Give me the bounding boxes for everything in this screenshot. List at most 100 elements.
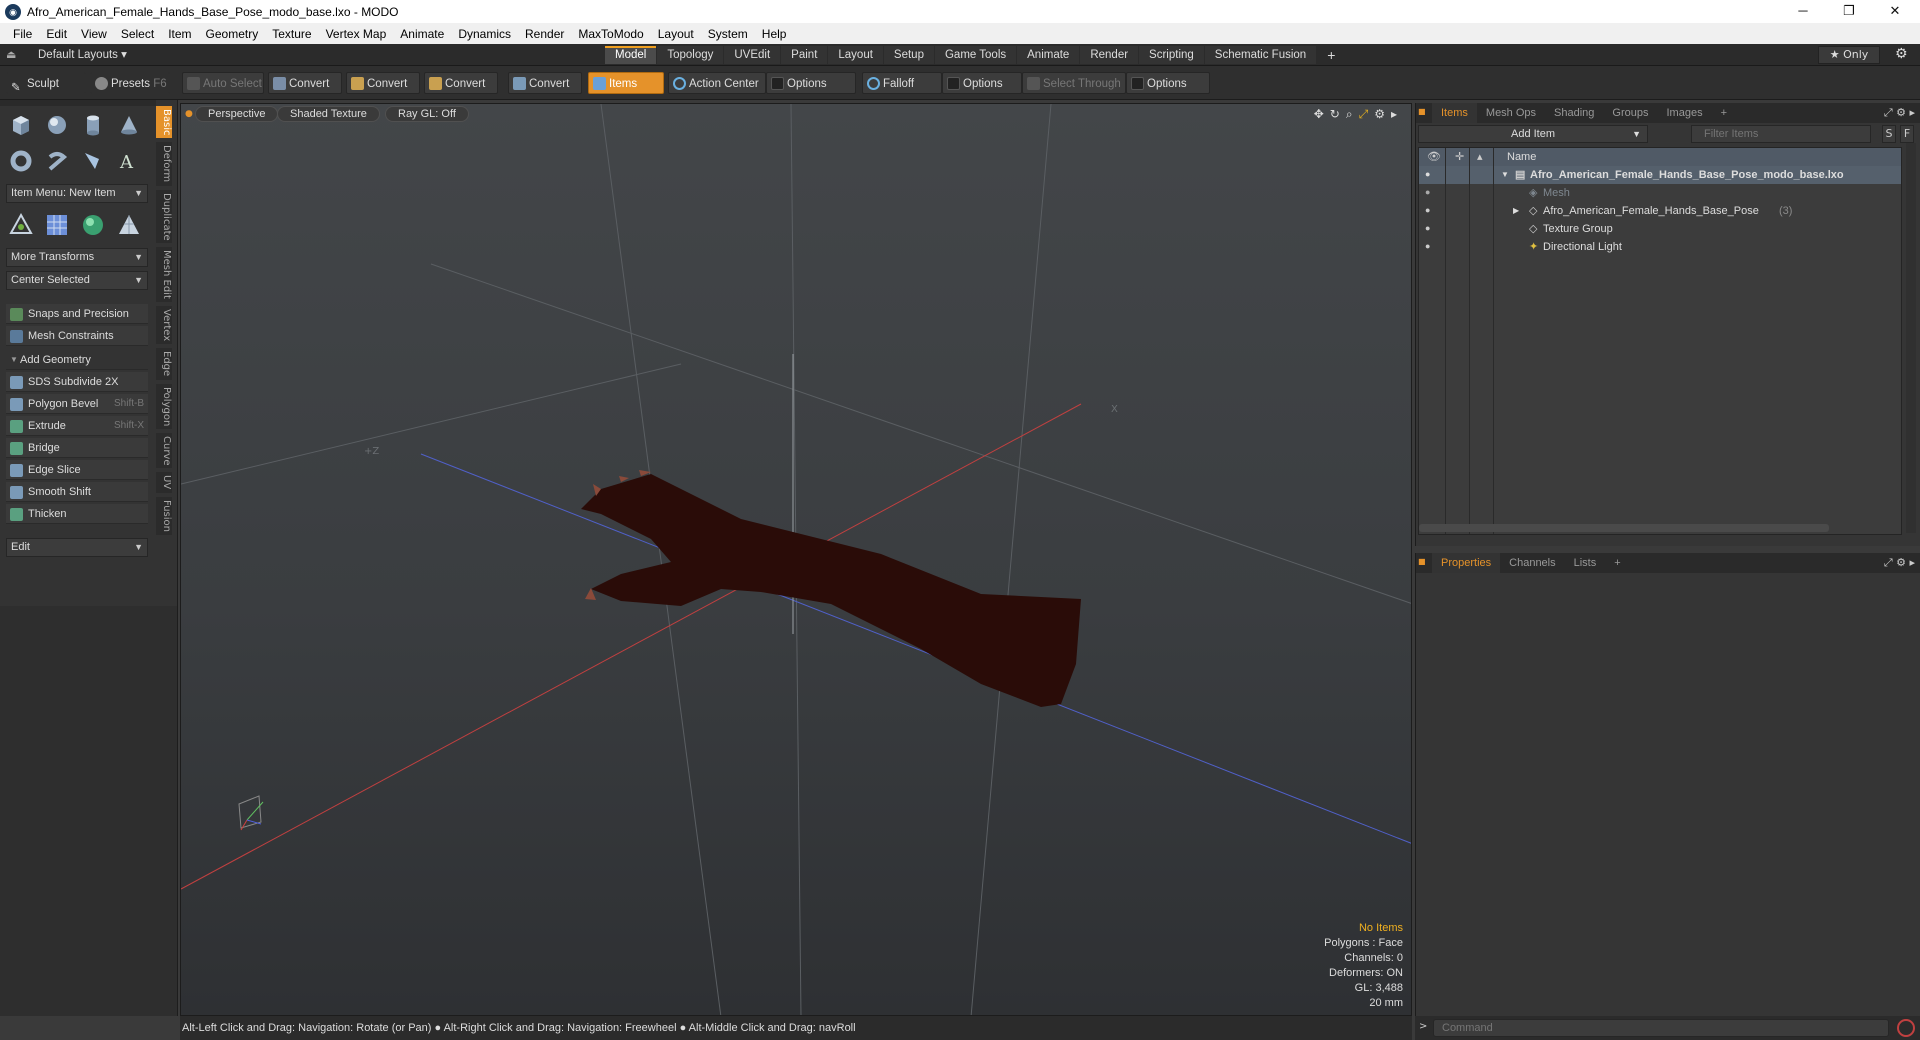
polygon-bevel-button[interactable]: Polygon Bevel Shift-B [6, 394, 148, 414]
mesh-constraints-button[interactable]: Mesh Constraints [6, 326, 148, 346]
sds-subdivide-button[interactable]: SDS Subdivide 2X [6, 372, 148, 392]
action-center-options-button[interactable]: Options [766, 72, 856, 94]
tab-model[interactable]: Model [605, 46, 657, 64]
menu-texture[interactable]: Texture [265, 27, 318, 41]
restore-button[interactable]: ❐ [1826, 0, 1872, 23]
tab-groups[interactable]: Groups [1603, 103, 1657, 123]
add-geometry-header[interactable]: ▼ Add Geometry [6, 350, 148, 370]
vtab-polygon[interactable]: Polygon [156, 383, 172, 429]
tab-layout[interactable]: Layout [828, 46, 883, 64]
menu-file[interactable]: File [6, 27, 39, 41]
smooth-shift-button[interactable]: Smooth Shift [6, 482, 148, 502]
tab-schematic-fusion[interactable]: Schematic Fusion [1204, 46, 1317, 64]
pen-tool-icon[interactable] [78, 146, 108, 176]
text-tool-icon[interactable]: A [114, 146, 144, 176]
select-through-button[interactable]: Select Through [1022, 72, 1126, 94]
cone-icon[interactable] [114, 110, 144, 140]
vtab-fusion[interactable]: Fusion [156, 496, 172, 535]
cylinder-icon[interactable] [78, 110, 108, 140]
gear-icon[interactable]: ⚙ [1895, 46, 1908, 62]
sphere-icon[interactable] [42, 110, 72, 140]
more-transforms-dropdown[interactable]: More Transforms ▼ [6, 248, 148, 267]
items-row-scene[interactable]: ● ▼ ▤ Afro_American_Female_Hands_Base_Po… [1419, 166, 1901, 184]
snaps-precision-button[interactable]: Snaps and Precision [6, 304, 148, 324]
eye-icon[interactable]: ● [1425, 187, 1437, 197]
presets-button[interactable]: Presets F6 [90, 72, 170, 94]
minimize-button[interactable]: ─ [1780, 0, 1826, 23]
convert-polygons-button[interactable]: Convert [424, 72, 498, 94]
edit-dropdown[interactable]: Edit ▼ [6, 538, 148, 557]
tab-topology[interactable]: Topology [657, 46, 724, 64]
vtab-edge[interactable]: Edge [156, 348, 172, 380]
menu-render[interactable]: Render [518, 27, 571, 41]
falloff-options-button[interactable]: Options [942, 72, 1022, 94]
items-row-directional-light[interactable]: ● ✦ Directional Light [1419, 238, 1901, 256]
menu-view[interactable]: View [74, 27, 114, 41]
vtab-mesh-edit[interactable]: Mesh Edit [156, 247, 172, 303]
eye-icon[interactable]: ● [1425, 223, 1437, 233]
filter-s-button[interactable]: S [1882, 125, 1896, 143]
panel-menu-icon[interactable]: ■ [1418, 557, 1426, 566]
menu-animate[interactable]: Animate [393, 27, 451, 41]
vtab-duplicate[interactable]: Duplicate [156, 189, 172, 244]
vtab-uv[interactable]: UV [156, 472, 172, 493]
grid-icon[interactable] [42, 210, 72, 240]
eye-icon[interactable]: ● [1425, 241, 1437, 251]
add-layout-tab-button[interactable]: + [1317, 46, 1345, 64]
menu-select[interactable]: Select [114, 27, 161, 41]
name-column-header[interactable]: Name [1507, 148, 1536, 166]
tab-uvedit[interactable]: UVEdit [724, 46, 781, 64]
items-row-texture-group[interactable]: ● ◇ Texture Group [1419, 220, 1901, 238]
menu-edit[interactable]: Edit [39, 27, 74, 41]
convert-edges-button[interactable]: Convert [346, 72, 420, 94]
edge-slice-button[interactable]: Edge Slice [6, 460, 148, 480]
extrude-button[interactable]: Extrude Shift-X [6, 416, 148, 436]
auto-select-button[interactable]: Auto Select [182, 72, 264, 94]
tab-setup[interactable]: Setup [883, 46, 934, 64]
vtab-vertex[interactable]: Vertex [156, 306, 172, 345]
capsule-icon[interactable] [42, 146, 72, 176]
items-mode-button[interactable]: Items [588, 72, 664, 94]
cube-icon[interactable] [6, 110, 36, 140]
tab-scripting[interactable]: Scripting [1139, 46, 1204, 64]
action-center-button[interactable]: Action Center [668, 72, 766, 94]
tab-game-tools[interactable]: Game Tools [934, 46, 1017, 64]
vtab-deform[interactable]: Deform [156, 142, 172, 186]
center-selected-dropdown[interactable]: Center Selected ▼ [6, 271, 148, 290]
falloff-button[interactable]: Falloff [862, 72, 942, 94]
tab-render[interactable]: Render [1080, 46, 1139, 64]
panel-controls-icon[interactable]: ⤢ ⚙ ▸ [1884, 106, 1915, 120]
add-item-dropdown[interactable]: Add Item ▼ [1418, 125, 1648, 143]
pyramid-icon[interactable] [114, 210, 144, 240]
torus-icon[interactable] [6, 146, 36, 176]
tab-images[interactable]: Images [1658, 103, 1712, 123]
tab-shading[interactable]: Shading [1545, 103, 1603, 123]
menu-layout[interactable]: Layout [651, 27, 701, 41]
menu-item[interactable]: Item [161, 27, 198, 41]
select-through-options-button[interactable]: Options [1126, 72, 1210, 94]
vtab-curve[interactable]: Curve [156, 432, 172, 469]
horizontal-scrollbar[interactable] [1419, 524, 1829, 532]
eye-icon[interactable]: ● [1425, 205, 1437, 215]
tab-items[interactable]: Items [1432, 103, 1477, 123]
command-input[interactable] [1433, 1019, 1889, 1037]
eye-icon[interactable]: ● [1425, 169, 1437, 179]
add-panel-tab-button[interactable]: + [1605, 553, 1629, 573]
tab-animate[interactable]: Animate [1017, 46, 1080, 64]
menu-vertex-map[interactable]: Vertex Map [319, 27, 394, 41]
sculpt-button[interactable]: ✎ Sculpt [6, 72, 86, 94]
record-icon[interactable] [1897, 1019, 1915, 1037]
tab-channels[interactable]: Channels [1500, 553, 1564, 573]
tab-paint[interactable]: Paint [781, 46, 828, 64]
menu-maxtomodo[interactable]: MaxToModo [571, 27, 650, 41]
default-layouts-dropdown[interactable]: Default Layouts ▾ [38, 47, 127, 61]
3d-viewport[interactable]: ● Perspective Shaded Texture Ray GL: Off… [180, 103, 1412, 1016]
only-toggle[interactable]: ★ Only [1818, 46, 1880, 64]
tab-properties[interactable]: Properties [1432, 553, 1501, 573]
menu-dynamics[interactable]: Dynamics [451, 27, 518, 41]
items-row-mesh[interactable]: ● ◈ Mesh [1419, 184, 1901, 202]
menu-system[interactable]: System [701, 27, 755, 41]
convert-vertices-button[interactable]: Convert [268, 72, 342, 94]
locator-icon[interactable] [6, 210, 36, 240]
panel-menu-icon[interactable]: ■ [1418, 107, 1426, 116]
